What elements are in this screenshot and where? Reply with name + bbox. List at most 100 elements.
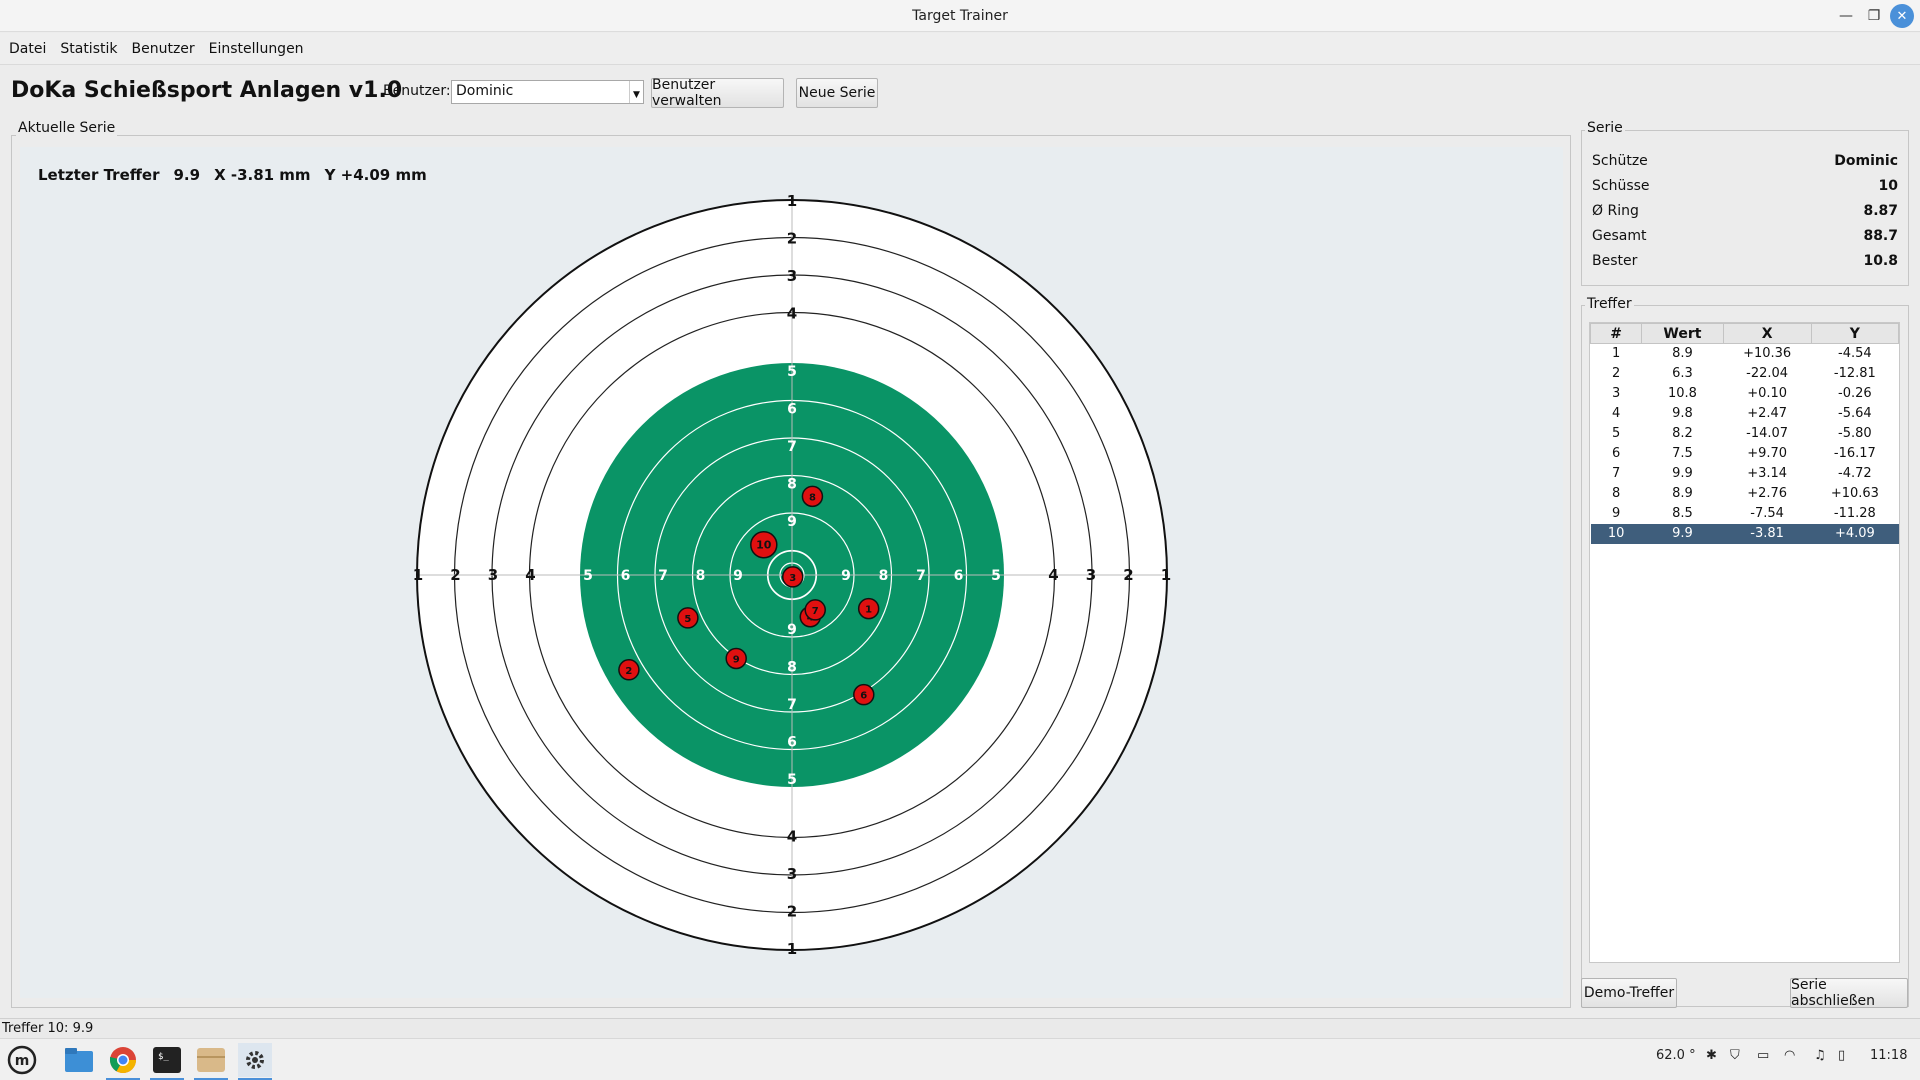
table-cell: 9.9 (1641, 523, 1724, 544)
ring-label: 1 (787, 192, 797, 210)
ring-label: 3 (488, 566, 498, 584)
table-cell: -16.17 (1833, 446, 1876, 461)
ring-label: 8 (787, 477, 797, 493)
table-cell: +10.63 (1830, 486, 1879, 501)
ring-label: 5 (787, 772, 797, 788)
table-cell: +4.09 (1811, 523, 1899, 544)
ring-label: 5 (583, 568, 593, 584)
table-cell: +9.70 (1747, 446, 1788, 461)
table-row[interactable]: 9 8.5 -7.54 -11.28 (1591, 504, 1899, 524)
table-cell: -3.81 (1723, 523, 1812, 544)
ring-label: 2 (787, 903, 797, 921)
demo-hit-button[interactable]: Demo-Treffer (1581, 978, 1677, 1008)
mint-menu-icon[interactable]: m (5, 1043, 39, 1077)
table-cell: 10 (1590, 523, 1642, 544)
ring-label: 9 (733, 568, 743, 584)
volume-icon[interactable]: ♫ (1814, 1048, 1826, 1063)
table-cell: -0.26 (1838, 386, 1872, 401)
stat-row-shooter: Schütze Dominic (1592, 153, 1898, 169)
bluetooth-icon[interactable]: ✱ (1706, 1048, 1717, 1063)
shield-icon[interactable]: ⛉ (1730, 1048, 1740, 1063)
ring-label: 7 (787, 697, 797, 713)
table-row[interactable]: 5 8.2 -14.07 -5.80 (1591, 424, 1899, 444)
table-cell: 7.5 (1672, 446, 1693, 461)
header-value[interactable]: Wert (1641, 323, 1724, 344)
settings-icon[interactable] (238, 1043, 272, 1080)
table-cell: 9.8 (1672, 406, 1693, 421)
chrome-icon[interactable] (106, 1043, 140, 1080)
ring-label: 4 (1048, 566, 1058, 584)
table-cell: 7 (1612, 466, 1621, 481)
table-cell: 8.5 (1672, 506, 1693, 521)
ring-label: 5 (787, 364, 797, 380)
header-x[interactable]: X (1722, 323, 1812, 344)
stat-key: Bester (1592, 253, 1638, 269)
table-cell: 8.2 (1672, 426, 1693, 441)
header-y[interactable]: Y (1810, 323, 1900, 344)
hits-table[interactable]: # Wert X Y 1 8.9 +10.36 -4.54 2 6.3 -22.04 -12.… (1589, 322, 1900, 963)
status-bar: Treffer 10: 9.9 (0, 1018, 1920, 1038)
ring-label: 4 (787, 305, 797, 323)
table-row[interactable]: 10 9.9 -3.81 +4.09 (1590, 523, 1899, 544)
table-cell: +2.47 (1747, 406, 1788, 421)
hits-label: Treffer (1585, 296, 1634, 312)
table-cell: +10.36 (1743, 346, 1792, 362)
ring-label: 7 (787, 439, 797, 455)
table-cell: 9 (1612, 506, 1621, 521)
clock: 11:18 (1870, 1048, 1908, 1063)
ring-label: 1 (413, 566, 423, 584)
close-series-button[interactable]: Serie abschließen (1790, 977, 1908, 1009)
terminal-icon[interactable]: $_ (150, 1043, 184, 1080)
ring-label: 5 (991, 568, 1001, 584)
taskbar: m $_ (0, 1038, 1920, 1080)
stat-value: 88.7 (1863, 228, 1898, 244)
table-row[interactable]: 6 7.5 +9.70 -16.17 (1591, 444, 1899, 464)
ring-label: 1 (787, 940, 797, 958)
table-cell: -12.81 (1833, 366, 1876, 381)
stat-key: Schüsse (1592, 178, 1650, 194)
table-cell: 6.3 (1672, 366, 1693, 381)
table-row[interactable]: 2 6.3 -22.04 -12.81 (1591, 364, 1899, 384)
temperature-readout: 62.0 ° (1656, 1048, 1696, 1063)
table-cell: 8.9 (1672, 346, 1693, 362)
ring-label: 9 (787, 622, 797, 638)
table-cell: 1 (1612, 346, 1621, 362)
hit-number: 6 (860, 691, 867, 702)
stat-row-best: Bester 10.8 (1592, 253, 1898, 269)
table-row[interactable]: 7 9.9 +3.14 -4.72 (1591, 464, 1899, 484)
ring-label: 4 (525, 566, 535, 584)
battery-icon[interactable]: ▯ (1838, 1048, 1845, 1063)
stat-key: Schütze (1592, 153, 1648, 169)
table-cell: 4 (1612, 406, 1621, 421)
table-cell: 8 (1612, 486, 1621, 501)
hit-number: 7 (812, 606, 819, 617)
ring-label: 3 (787, 865, 797, 883)
wifi-icon[interactable]: ◠ (1784, 1048, 1795, 1063)
ring-label: 6 (787, 402, 797, 418)
table-row[interactable]: 3 10.8 +0.10 -0.26 (1591, 384, 1899, 404)
hit-number: 3 (789, 573, 796, 584)
stat-value: Dominic (1834, 153, 1898, 169)
table-row[interactable]: 8 8.9 +2.76 +10.63 (1591, 484, 1899, 504)
header-number[interactable]: # (1589, 323, 1643, 344)
svg-text:$_: $_ (158, 1052, 169, 1062)
table-cell: 10.8 (1667, 386, 1697, 401)
table-cell: -22.04 (1746, 366, 1789, 381)
hit-number: 2 (625, 666, 632, 677)
svg-text:m: m (15, 1053, 30, 1069)
stat-row-avg: Ø Ring 8.87 (1592, 203, 1898, 219)
stat-value: 10 (1878, 178, 1898, 194)
table-row[interactable]: 1 8.9 +10.36 -4.54 (1591, 344, 1899, 364)
stat-value: 8.87 (1863, 203, 1898, 219)
hit-number: 10 (756, 539, 772, 552)
hit-number: 1 (865, 605, 872, 616)
table-cell: -5.64 (1838, 406, 1872, 421)
series-label: Serie (1585, 120, 1625, 136)
ring-label: 4 (787, 828, 797, 846)
files-icon[interactable] (62, 1043, 96, 1077)
table-row[interactable]: 4 9.8 +2.47 -5.64 (1591, 404, 1899, 424)
hit-number: 8 (809, 492, 816, 503)
display-icon[interactable]: ▭ (1757, 1048, 1769, 1063)
table-cell: -14.07 (1746, 426, 1789, 441)
archive-icon[interactable] (194, 1043, 228, 1080)
